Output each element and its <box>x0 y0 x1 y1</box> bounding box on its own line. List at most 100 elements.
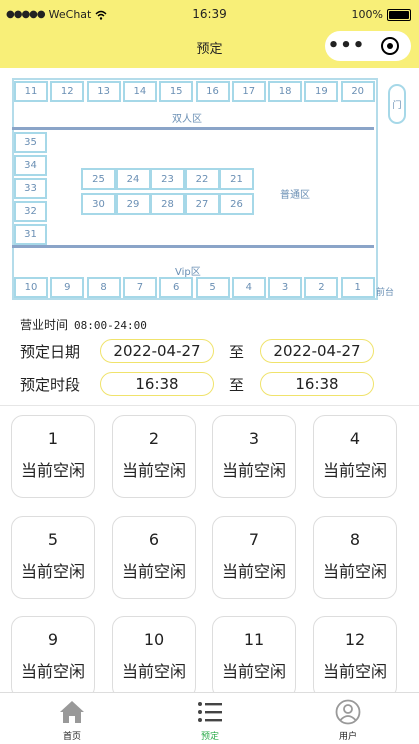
floor-seat[interactable]: 23 <box>150 168 185 190</box>
hours-value: 08:00-24:00 <box>74 319 147 332</box>
floor-seat[interactable]: 15 <box>159 81 194 102</box>
zone-label-double: 双人区 <box>172 114 202 125</box>
floor-seat[interactable]: 32 <box>14 201 47 222</box>
floor-seat[interactable]: 1 <box>340 277 375 298</box>
floor-seat[interactable]: 17 <box>231 81 266 102</box>
seat-status: 当前空闲 <box>20 461 85 480</box>
mini-program-capsule: ••• <box>325 31 411 61</box>
floor-seat[interactable]: 8 <box>86 277 121 298</box>
battery-percent: 100% <box>351 8 383 21</box>
floor-seat[interactable]: 16 <box>195 81 230 102</box>
floor-seat[interactable]: 35 <box>14 132 47 153</box>
floor-seat[interactable]: 21 <box>219 168 254 190</box>
tab-user[interactable]: 用户 <box>278 693 418 744</box>
battery-icon <box>387 8 411 21</box>
floor-seat[interactable]: 3 <box>268 277 303 298</box>
close-target-icon[interactable] <box>368 37 411 55</box>
floor-seat[interactable]: 29 <box>115 193 151 215</box>
seat-number: 12 <box>344 630 366 649</box>
date-row-label: 预定日期 <box>20 342 81 361</box>
floor-seat[interactable]: 6 <box>159 277 194 298</box>
floor-seat[interactable]: 10 <box>14 277 48 298</box>
seat-status: 当前空闲 <box>121 562 186 581</box>
floor-seat[interactable]: 27 <box>184 193 220 215</box>
seat-number: 3 <box>248 429 260 448</box>
zone-label-vip: Vip区 <box>175 267 201 278</box>
hours-label: 营业时间 <box>20 318 69 332</box>
floor-seat[interactable]: 34 <box>14 155 47 176</box>
floor-seat[interactable]: 12 <box>50 81 85 102</box>
floor-seat[interactable]: 7 <box>122 277 157 298</box>
floor-seat[interactable]: 9 <box>50 277 85 298</box>
floor-seat[interactable]: 13 <box>86 81 121 102</box>
home-icon <box>60 701 84 723</box>
tab-home[interactable]: 首页 <box>2 693 142 744</box>
seat-status: 当前空闲 <box>322 662 387 681</box>
seat-card[interactable]: 1 当前空闲 <box>11 415 95 498</box>
seat-number: 10 <box>143 630 165 649</box>
floor-seat[interactable]: 24 <box>115 168 151 190</box>
floor-plan: 11 12 13 14 15 16 17 18 19 20 35 34 33 32 31 25 24 23 22 21… <box>10 76 406 302</box>
tab-home-label: 首页 <box>62 732 81 742</box>
floor-seat[interactable]: 5 <box>195 277 230 298</box>
seat-card[interactable]: 12 当前空闲 <box>313 616 397 699</box>
floor-seat[interactable]: 22 <box>184 168 220 190</box>
seat-number: 2 <box>148 429 160 448</box>
seat-card[interactable]: 4 当前空闲 <box>313 415 397 498</box>
floor-seat[interactable]: 26 <box>219 193 254 215</box>
floor-seat[interactable]: 2 <box>304 277 339 298</box>
seat-status: 当前空闲 <box>322 562 387 581</box>
floor-seat[interactable]: 31 <box>14 224 47 245</box>
seat-status: 当前空闲 <box>221 461 286 480</box>
time-end-picker[interactable]: 16:38 <box>260 372 374 396</box>
tab-booking-label: 预定 <box>200 732 219 742</box>
seat-card[interactable]: 8 当前空闲 <box>313 516 397 599</box>
seat-number: 7 <box>248 530 260 549</box>
date-end-picker[interactable]: 2022-04-27 <box>260 339 374 363</box>
seat-card[interactable]: 10 当前空闲 <box>112 616 196 699</box>
seat-card[interactable]: 6 当前空闲 <box>112 516 196 599</box>
tab-user-label: 用户 <box>338 732 357 742</box>
floor-seat[interactable]: 20 <box>340 81 375 102</box>
business-hours: 营业时间 08:00-24:00 <box>20 316 147 333</box>
zone-label-normal: 普通区 <box>280 190 310 201</box>
seat-number: 9 <box>47 630 59 649</box>
time-start-picker[interactable]: 16:38 <box>100 372 214 396</box>
tab-bar: 首页 预定 用户 <box>0 692 419 744</box>
floor-seat[interactable]: 14 <box>122 81 157 102</box>
seat-card[interactable]: 9 当前空闲 <box>11 616 95 699</box>
user-icon <box>335 699 361 725</box>
floor-seat[interactable]: 11 <box>14 81 48 102</box>
floor-seat[interactable]: 28 <box>150 193 185 215</box>
zone-divider-bottom <box>12 245 374 248</box>
seat-card[interactable]: 5 当前空闲 <box>11 516 95 599</box>
floor-seat[interactable]: 30 <box>81 193 116 215</box>
list-icon <box>198 702 222 722</box>
floor-seat[interactable]: 18 <box>268 81 303 102</box>
seat-card[interactable]: 3 当前空闲 <box>212 415 296 498</box>
more-icon[interactable]: ••• <box>325 37 368 55</box>
seat-status: 当前空闲 <box>121 461 186 480</box>
seat-status: 当前空闲 <box>121 662 186 681</box>
time-row-label: 预定时段 <box>20 375 81 394</box>
nav-bar: 预定 ••• <box>0 30 419 68</box>
door-marker: 门 <box>388 84 406 124</box>
seat-card[interactable]: 11 当前空闲 <box>212 616 296 699</box>
floor-seat[interactable]: 33 <box>14 178 47 199</box>
date-start-picker[interactable]: 2022-04-27 <box>100 339 214 363</box>
seat-status: 当前空闲 <box>322 461 387 480</box>
seat-card[interactable]: 7 当前空闲 <box>212 516 296 599</box>
seat-number: 5 <box>47 530 59 549</box>
status-bar: ●●●●● WeChat 16:39 100% <box>0 0 419 30</box>
seat-number: 11 <box>243 630 265 649</box>
floor-seat[interactable]: 25 <box>81 168 116 190</box>
tab-booking[interactable]: 预定 <box>140 693 280 744</box>
seat-status: 当前空闲 <box>221 662 286 681</box>
time-to-label: 至 <box>229 376 245 394</box>
zone-divider-top <box>12 127 374 130</box>
seat-status: 当前空闲 <box>221 562 286 581</box>
floor-seat[interactable]: 19 <box>304 81 339 102</box>
seat-card[interactable]: 2 当前空闲 <box>112 415 196 498</box>
seat-number: 6 <box>148 530 160 549</box>
floor-seat[interactable]: 4 <box>231 277 266 298</box>
